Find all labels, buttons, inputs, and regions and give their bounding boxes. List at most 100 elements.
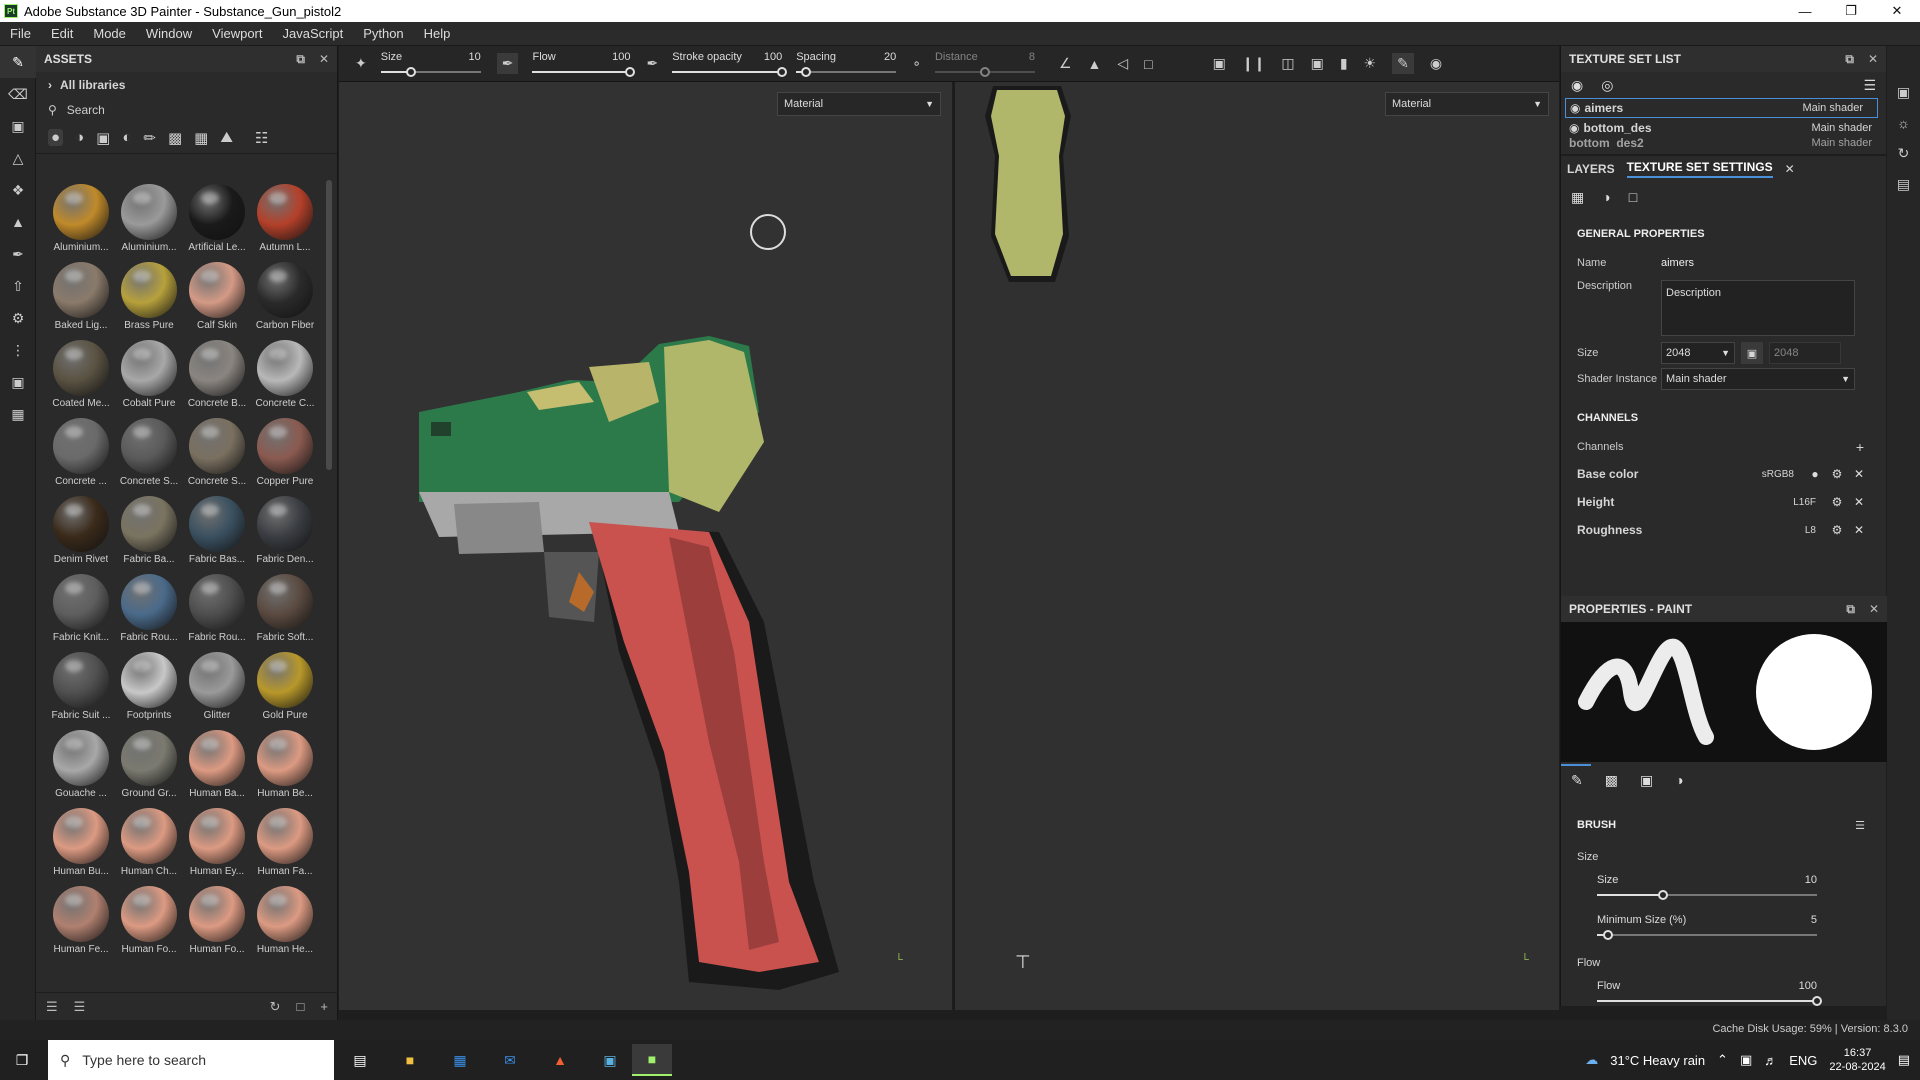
bake-mesh-maps-icon[interactable]: ▦ xyxy=(1571,189,1584,206)
export-icon[interactable]: ⇧ xyxy=(0,270,36,302)
lock-icon[interactable]: ▣ xyxy=(1741,342,1763,364)
channel-format[interactable]: L16F xyxy=(1793,497,1816,508)
flow-slider[interactable]: Flow 100 xyxy=(532,47,636,81)
material-thumbnail[interactable]: Concrete ... xyxy=(48,414,114,492)
material-thumbnail[interactable]: Concrete C... xyxy=(252,336,318,414)
lazy-mouse-icon[interactable]: ∘ xyxy=(912,55,921,72)
remove-channel-icon[interactable]: ✕ xyxy=(1848,495,1870,509)
material-thumbnail[interactable]: Fabric Knit... xyxy=(48,570,114,648)
menu-icon[interactable]: ☰ xyxy=(1863,77,1876,94)
material-thumbnail[interactable]: Concrete S... xyxy=(116,414,182,492)
material-thumbnail[interactable]: Human Bu... xyxy=(48,804,114,882)
size-slider[interactable]: Size 10 xyxy=(380,47,481,81)
add-icon[interactable]: + xyxy=(320,999,328,1014)
stencil-tab-icon[interactable]: ▣ xyxy=(1640,772,1653,789)
polygon-fill-icon[interactable]: △ xyxy=(0,142,36,174)
material-thumbnail[interactable]: Fabric Bas... xyxy=(184,492,250,570)
visibility-all-icon[interactable]: ◉ xyxy=(1571,77,1583,94)
bake-icon[interactable]: ⚙ xyxy=(0,302,36,334)
texture-set-row[interactable]: ◉ aimers Main shader xyxy=(1565,98,1878,118)
substance-painter-taskbar-icon[interactable]: ■ xyxy=(632,1044,672,1076)
material-thumbnail[interactable]: Human Fo... xyxy=(184,882,250,960)
paint-flow-slider[interactable]: Flow 100 xyxy=(1597,976,1822,1010)
menu-viewport[interactable]: Viewport xyxy=(202,26,272,41)
list-icon[interactable]: ☰ xyxy=(74,999,86,1015)
material-thumbnail[interactable]: Human Ey... xyxy=(184,804,250,882)
environments-filter-icon[interactable]: ⛰ xyxy=(220,129,233,146)
description-field[interactable]: Description xyxy=(1661,280,1855,336)
brushes-filter-icon[interactable]: ✏ xyxy=(143,129,156,147)
clone-stamp-icon[interactable]: ▲ xyxy=(0,206,36,238)
material-thumbnail[interactable]: Artificial Le... xyxy=(184,180,250,258)
name-field[interactable]: aimers xyxy=(1661,257,1694,269)
assets-toggle-icon[interactable]: ▦ xyxy=(0,398,36,430)
material-thumbnail[interactable]: Aluminium... xyxy=(48,180,114,258)
uv-icon[interactable]: □ xyxy=(1629,189,1637,205)
close-tab-icon[interactable]: ✕ xyxy=(1785,162,1795,176)
stroke-icon[interactable]: ✦ xyxy=(355,55,367,72)
material-thumbnail[interactable]: Cobalt Pure xyxy=(116,336,182,414)
size-knob[interactable] xyxy=(405,66,416,77)
menu-file[interactable]: File xyxy=(0,26,41,41)
menu-help[interactable]: Help xyxy=(414,26,461,41)
float-icon[interactable]: ⧉ xyxy=(1846,602,1855,617)
paint-size-knob[interactable] xyxy=(1658,890,1668,900)
smart-materials-filter-icon[interactable]: ◑ xyxy=(75,129,84,146)
notifications-icon[interactable]: ▤ xyxy=(1898,1052,1910,1068)
hide-icon[interactable]: ▣ xyxy=(1213,55,1226,72)
channel-row[interactable]: Height L16F ⚙ ✕ xyxy=(1577,488,1870,516)
split-view-icon[interactable]: ◫ xyxy=(1281,55,1294,72)
symmetry-icon[interactable]: ▲ xyxy=(1088,56,1102,72)
search-input[interactable]: Search xyxy=(67,103,105,117)
alpha-tab-icon[interactable]: ▩ xyxy=(1605,772,1618,789)
viewer-settings-icon[interactable]: ▣ xyxy=(1897,84,1910,101)
material-thumbnail[interactable]: Human Ch... xyxy=(116,804,182,882)
spacing-slider[interactable]: Spacing 20 xyxy=(796,47,897,81)
material-thumbnail[interactable]: Human Fa... xyxy=(252,804,318,882)
paint-mode-icon[interactable]: ✎ xyxy=(1392,53,1414,74)
channel-format[interactable]: L8 xyxy=(1805,525,1816,536)
material-thumbnail[interactable]: Baked Lig... xyxy=(48,258,114,336)
display-settings-icon[interactable]: ☼ xyxy=(1897,115,1910,131)
close-panel-icon[interactable]: ✕ xyxy=(319,52,329,67)
viewport-3d[interactable]: Material ▼ └ xyxy=(339,82,952,1010)
windows-start-icon[interactable]: ❐ xyxy=(2,1044,42,1076)
volume-icon[interactable]: ♬ xyxy=(1764,1053,1777,1068)
meeting-app-icon[interactable]: ▣ xyxy=(590,1044,630,1076)
masks-filter-icon[interactable]: ▣ xyxy=(96,129,110,147)
material-thumbnail[interactable]: Fabric Den... xyxy=(252,492,318,570)
eye-icon[interactable]: ◉ xyxy=(1569,121,1579,135)
brush-tab-icon[interactable]: ✎ xyxy=(1571,772,1583,789)
texture-set-row[interactable]: ◉ bottom_des Main shader xyxy=(1561,118,1886,138)
viewport-2d-mode-dropdown[interactable]: Material ▼ xyxy=(1385,92,1549,116)
material-thumbnail[interactable]: Copper Pure xyxy=(252,414,318,492)
folder-icon[interactable]: □ xyxy=(297,999,305,1014)
screenshot-icon[interactable]: ◉ xyxy=(1430,55,1442,72)
menu-mode[interactable]: Mode xyxy=(83,26,136,41)
pen-pressure-icon[interactable]: ✒ xyxy=(496,53,519,74)
shader-instance-dropdown[interactable]: Main shader ▼ xyxy=(1661,368,1855,390)
menu-edit[interactable]: Edit xyxy=(41,26,83,41)
taskbar-search-input[interactable]: Type here to search xyxy=(82,1052,206,1068)
maximize-button[interactable]: ❐ xyxy=(1828,0,1874,22)
material-thumbnail[interactable]: Brass Pure xyxy=(116,258,182,336)
viewport-2d[interactable]: Material ▼ ⊤ └ xyxy=(953,82,1559,1010)
grid-view-icon[interactable]: ☷ xyxy=(255,129,268,147)
material-thumbnail[interactable]: Gouache ... xyxy=(48,726,114,804)
language-indicator[interactable]: ENG xyxy=(1789,1053,1817,1068)
spacing-knob[interactable] xyxy=(801,66,812,77)
material-thumbnail[interactable]: Glitter xyxy=(184,648,250,726)
material-thumbnail[interactable]: Human He... xyxy=(252,882,318,960)
paint-flow-knob[interactable] xyxy=(1812,996,1822,1006)
environment-icon[interactable]: ☀ xyxy=(1364,55,1377,72)
library-selector[interactable]: › All libraries xyxy=(36,72,337,98)
min-size-knob[interactable] xyxy=(1603,930,1613,940)
log-icon[interactable]: ▤ xyxy=(1897,176,1910,193)
material-thumbnail[interactable]: Aluminium... xyxy=(116,180,182,258)
eye-icon[interactable]: ◎ xyxy=(1601,77,1613,94)
material-thumbnail[interactable]: Ground Gr... xyxy=(116,726,182,804)
material-thumbnail[interactable]: Coated Me... xyxy=(48,336,114,414)
asset-search[interactable]: ⚲ Search xyxy=(36,98,337,122)
projection-icon[interactable]: ▣ xyxy=(0,110,36,142)
color-picker-icon[interactable]: ✒ xyxy=(0,238,36,270)
